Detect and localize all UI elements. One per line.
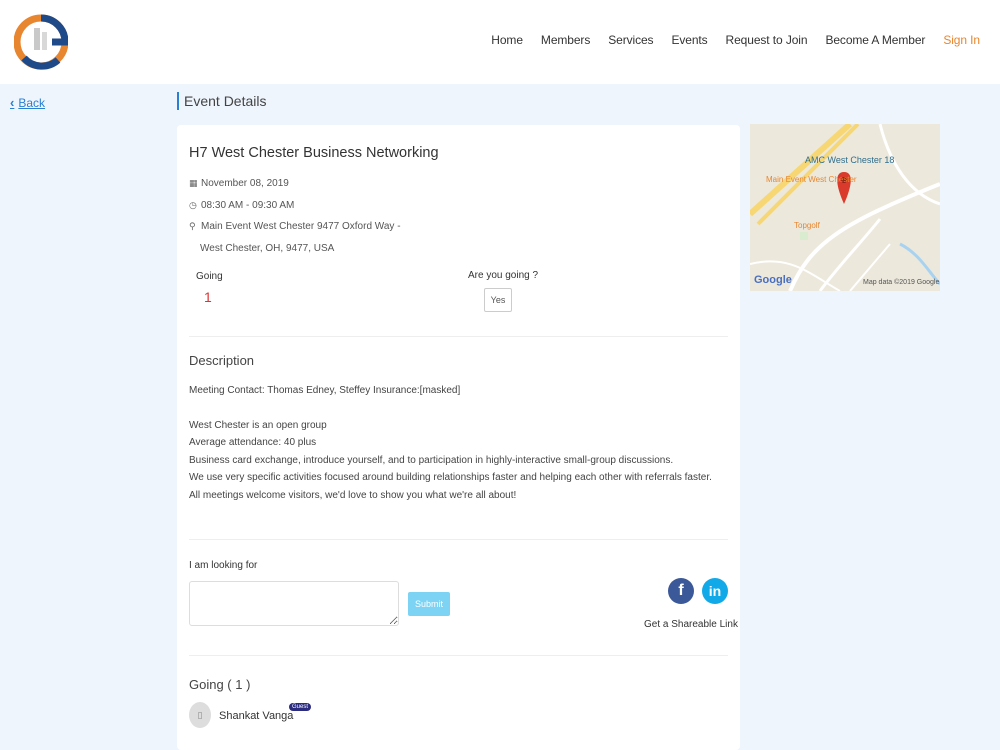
nav-events[interactable]: Events <box>671 33 707 47</box>
event-card: H7 West Chester Business Networking ▦ No… <box>177 125 740 750</box>
divider <box>189 539 728 540</box>
submit-button[interactable]: Submit <box>408 592 450 616</box>
event-address-line2: West Chester, OH, 9477, USA <box>200 243 335 254</box>
map-label-topgolf: Topgolf <box>794 221 820 230</box>
nav-home[interactable]: Home <box>491 33 523 47</box>
avatar[interactable]: ▯ <box>189 702 211 728</box>
event-time-text: 08:30 AM - 09:30 AM <box>201 200 295 211</box>
divider <box>189 655 728 656</box>
guest-badge: Guest <box>289 703 312 711</box>
going-label: Going <box>196 271 223 282</box>
map-label-main-event: Main Event West Chester <box>766 175 857 184</box>
top-bar: Home Members Services Events Request to … <box>0 0 1000 84</box>
event-date-text: November 08, 2019 <box>201 178 289 189</box>
facebook-icon[interactable]: f <box>668 578 694 604</box>
rsvp-question: Are you going ? <box>468 270 539 281</box>
map-roads <box>750 124 940 291</box>
attendees-title: Going ( 1 ) <box>189 677 251 692</box>
nav-sign-in[interactable]: Sign In <box>943 33 980 47</box>
chevron-left-icon: ‹ <box>10 95 15 110</box>
nav-members[interactable]: Members <box>541 33 590 47</box>
description-line: Meeting Contact: Thomas Edney, Steffey I… <box>189 385 461 396</box>
shareable-link[interactable]: Get a Shareable Link <box>644 619 738 630</box>
google-logo: Google <box>754 274 792 286</box>
section-title: Event Details <box>177 92 266 110</box>
calendar-icon: ▦ <box>189 178 198 188</box>
description-line: West Chester is an open group <box>189 420 327 431</box>
clock-icon: ◷ <box>189 200 197 210</box>
event-date: ▦ November 08, 2019 <box>189 178 289 189</box>
event-map[interactable]: AMC West Chester 18 Main Event West Ches… <box>750 124 940 291</box>
nav-request-to-join[interactable]: Request to Join <box>726 33 808 47</box>
description-line: Business card exchange, introduce yourse… <box>189 455 674 466</box>
event-address: ⚲ Main Event West Chester 9477 Oxford Wa… <box>189 221 401 232</box>
nav-services[interactable]: Services <box>608 33 653 47</box>
map-marker-icon: ⚲ <box>189 221 196 231</box>
user-placeholder-icon: ▯ <box>197 709 203 720</box>
map-label-amc: AMC West Chester 18 <box>805 155 895 165</box>
looking-for-input[interactable] <box>189 581 399 626</box>
description-title: Description <box>189 353 255 368</box>
site-logo[interactable] <box>14 8 68 76</box>
main-nav: Home Members Services Events Request to … <box>473 33 980 47</box>
description-line: Average attendance: 40 plus <box>189 437 317 448</box>
description-line: We use very specific activities focused … <box>189 472 712 483</box>
map-data-credit: Map data ©2019 Google <box>863 279 940 286</box>
attendee-name[interactable]: Shankat Vanga <box>219 710 293 722</box>
divider <box>189 336 728 337</box>
rsvp-yes-button[interactable]: Yes <box>484 288 512 312</box>
event-title: H7 West Chester Business Networking <box>189 145 439 161</box>
back-label: Back <box>18 95 46 110</box>
going-count: 1 <box>204 289 212 305</box>
description-line: All meetings welcome visitors, we'd love… <box>189 490 517 501</box>
linkedin-icon[interactable]: in <box>702 578 728 604</box>
event-address-line1: Main Event West Chester 9477 Oxford Way … <box>201 221 401 232</box>
looking-for-label: I am looking for <box>189 560 258 571</box>
back-link[interactable]: ‹ Back <box>10 95 45 110</box>
nav-become-member[interactable]: Become A Member <box>825 33 925 47</box>
event-time: ◷ 08:30 AM - 09:30 AM <box>189 200 294 211</box>
